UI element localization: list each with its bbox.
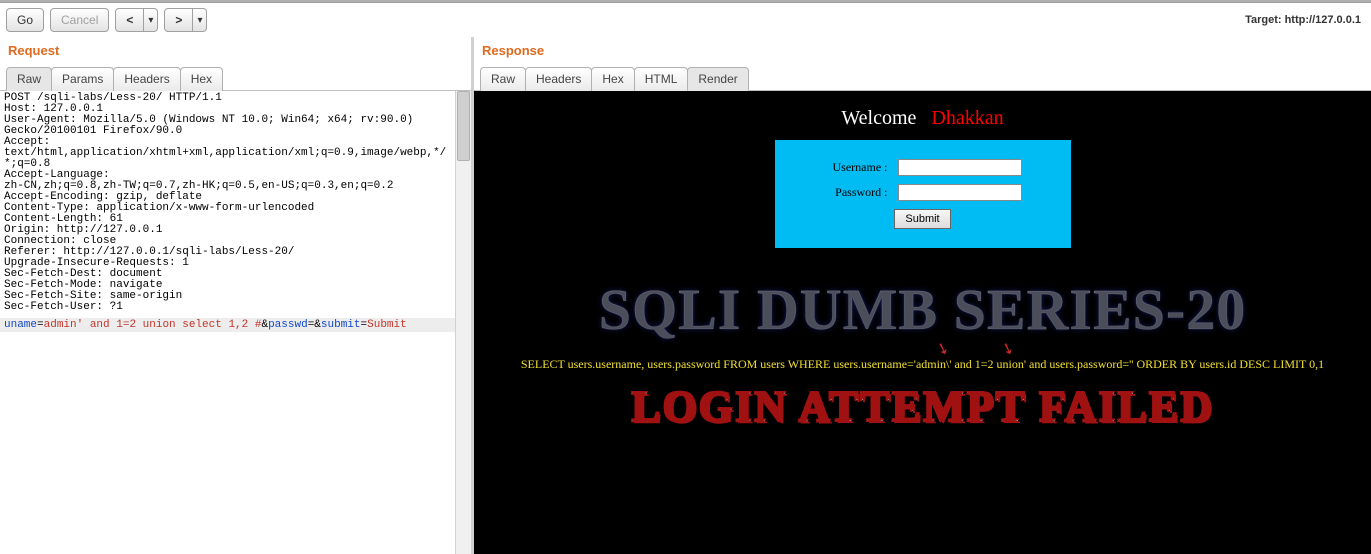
series-title: SQLI DUMB SERIES-20 — [599, 276, 1246, 343]
username-label: Username : — [824, 160, 888, 175]
login-submit-button[interactable]: Submit — [894, 209, 950, 229]
toolbar: Go Cancel Target: http://127.0.0.1 — [0, 3, 1371, 37]
cancel-button: Cancel — [50, 8, 109, 32]
welcome-text: Welcome Dhakkan — [841, 107, 1003, 130]
request-scrollbar[interactable] — [455, 91, 471, 554]
password-input[interactable] — [898, 184, 1022, 201]
param-key-passwd: passwd — [268, 319, 308, 331]
go-button[interactable]: Go — [6, 8, 44, 32]
request-body-line[interactable]: uname=admin' and 1=2 union select 1,2 #&… — [0, 318, 455, 332]
tab-params[interactable]: Params — [51, 67, 114, 91]
forward-button[interactable] — [164, 8, 193, 32]
login-box: Username : Password : Submit — [775, 140, 1071, 248]
request-scrollbar-thumb[interactable] — [457, 91, 470, 161]
query-echo-text: SELECT users.username, users.password FR… — [521, 357, 1324, 371]
tab-hex[interactable]: Hex — [180, 67, 223, 91]
request-title: Request — [0, 37, 471, 66]
tab-response-render[interactable]: Render — [687, 67, 748, 91]
welcome-highlight: Dhakkan — [931, 107, 1003, 129]
history-forward-group — [164, 8, 207, 32]
login-row-password: Password : — [775, 184, 1071, 201]
request-tabs: Raw Params Headers Hex — [0, 66, 471, 91]
response-panel: Response Raw Headers Hex HTML Render Wel… — [474, 37, 1371, 554]
query-echo: ➘ ➘ SELECT users.username, users.passwor… — [521, 357, 1324, 372]
tab-headers[interactable]: Headers — [113, 67, 180, 91]
login-row-username: Username : — [775, 159, 1071, 176]
target-label: Target: http://127.0.0.1 — [1245, 14, 1365, 26]
response-tabs: Raw Headers Hex HTML Render — [474, 66, 1371, 91]
tab-response-hex[interactable]: Hex — [591, 67, 634, 91]
response-title: Response — [474, 37, 1371, 66]
render-pane: Welcome Dhakkan Username : Password : Su… — [474, 91, 1371, 554]
tab-response-headers[interactable]: Headers — [525, 67, 592, 91]
history-back-group — [115, 8, 158, 32]
login-failed-text: LOGIN ATTEMPT FAILED — [631, 384, 1214, 430]
request-panel: Request Raw Params Headers Hex POST /sql… — [0, 37, 474, 554]
welcome-label: Welcome — [841, 107, 931, 129]
forward-dropdown[interactable] — [193, 8, 207, 32]
param-key-uname: uname — [4, 319, 37, 331]
request-raw-text[interactable]: POST /sqli-labs/Less-20/ HTTP/1.1 Host: … — [0, 91, 455, 318]
param-val-submit: Submit — [367, 319, 407, 331]
tab-raw[interactable]: Raw — [6, 67, 52, 91]
back-button[interactable] — [115, 8, 144, 32]
username-input[interactable] — [898, 159, 1022, 176]
tab-response-html[interactable]: HTML — [634, 67, 689, 91]
back-dropdown[interactable] — [144, 8, 158, 32]
param-key-submit: submit — [321, 319, 361, 331]
tab-response-raw[interactable]: Raw — [480, 67, 526, 91]
password-label: Password : — [824, 185, 888, 200]
toolbar-left: Go Cancel — [6, 8, 207, 32]
raw-container: POST /sqli-labs/Less-20/ HTTP/1.1 Host: … — [0, 91, 471, 554]
param-val-uname: admin' and 1=2 union select 1,2 # — [44, 319, 262, 331]
